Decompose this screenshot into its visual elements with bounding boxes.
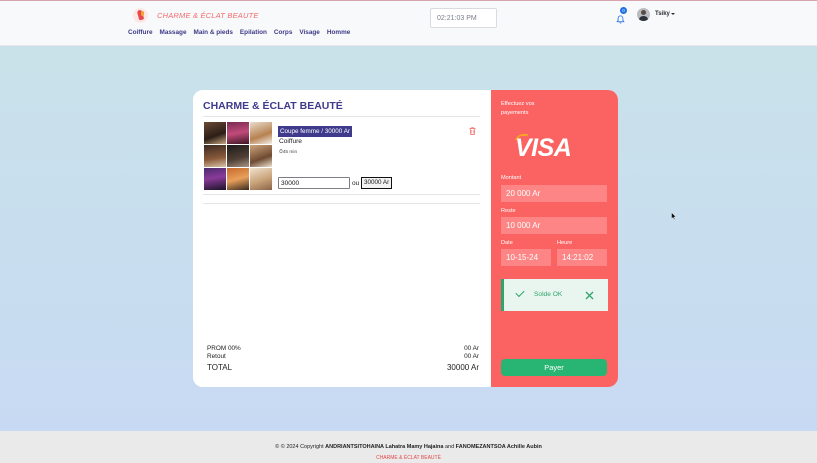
- notification-badge: 0: [620, 7, 627, 14]
- hair-photo: [204, 122, 226, 144]
- success-toast: Solde OK: [501, 279, 608, 311]
- toast-message: Solde OK: [534, 291, 563, 298]
- category-nav: Coiffure Massage Main & pieds Epilation …: [128, 29, 350, 36]
- nav-item-main-pieds[interactable]: Main & pieds: [194, 29, 233, 36]
- retour-value: 00 Ar: [464, 353, 479, 360]
- logo-icon[interactable]: [133, 8, 148, 23]
- total-value: 30000 Ar: [446, 363, 479, 372]
- hair-photo: [204, 145, 226, 167]
- payment-heading: Effectuez vos payements: [501, 101, 535, 116]
- date-label: Date: [501, 240, 513, 246]
- copyright-prefix: © © 2024 Copyright: [275, 444, 326, 450]
- service-duration: ⏱45 min: [279, 150, 298, 155]
- montant-label: Montant: [501, 175, 522, 181]
- service-category: Coiffure: [279, 138, 302, 145]
- close-icon[interactable]: [584, 288, 595, 300]
- nav-item-corps[interactable]: Corps: [274, 29, 292, 36]
- hair-photo: [250, 168, 272, 190]
- nav-item-homme[interactable]: Homme: [327, 29, 350, 36]
- promo-value: 00 Ar: [464, 345, 479, 352]
- promo-label: PROM 00%: [207, 345, 241, 352]
- cart-title: CHARME & ÉCLAT BEAUTÉ: [203, 100, 343, 112]
- top-navbar: CHARME & ÉCLAT BEAUTE 02:21:03 PM 0 Tsik…: [0, 0, 817, 46]
- cart-panel: CHARME & ÉCLAT BEAUTÉ Coupe femme / 3000…: [193, 90, 491, 387]
- avatar[interactable]: [637, 8, 650, 21]
- service-tag: Coupe femme / 30000 Ar: [278, 126, 353, 137]
- promo-row: PROM 00% 00 Ar: [207, 345, 479, 352]
- payment-panel: Effectuez vos payements VISA Montant 20 …: [491, 90, 618, 387]
- reste-label: Reste: [501, 208, 516, 214]
- or-label: ou: [352, 180, 360, 187]
- hair-photo: [250, 122, 272, 144]
- divider: [203, 194, 480, 195]
- retour-row: Retout 00 Ar: [207, 353, 479, 360]
- retour-label: Retout: [207, 353, 226, 360]
- brand-name[interactable]: CHARME & ÉCLAT BEAUTE: [157, 11, 259, 20]
- nav-item-coiffure[interactable]: Coiffure: [128, 29, 153, 36]
- montant-field[interactable]: 20 000 Ar: [501, 185, 607, 202]
- total-row: TOTAL 30000 Ar: [207, 363, 479, 372]
- nav-item-epilation[interactable]: Epilation: [240, 29, 267, 36]
- hair-photo: [250, 145, 272, 167]
- check-icon: [515, 287, 525, 298]
- clock-display: 02:21:03 PM: [430, 8, 497, 28]
- and-text: and: [443, 444, 456, 450]
- footer: © © 2024 Copyright ANDRIANTSITOHAINA Lah…: [0, 431, 817, 463]
- nav-item-massage[interactable]: Massage: [160, 29, 187, 36]
- heure-label: Heure: [557, 240, 573, 246]
- hair-photo: [204, 168, 226, 190]
- hair-photo: [227, 145, 249, 167]
- date-field[interactable]: 10-15-24: [501, 249, 551, 266]
- user-name[interactable]: Tsiky: [655, 11, 670, 17]
- copyright-text: © © 2024 Copyright ANDRIANTSITOHAINA Lah…: [0, 444, 817, 450]
- trash-icon[interactable]: [469, 122, 476, 135]
- heure-field[interactable]: 14:21:02: [557, 249, 607, 266]
- divider: [203, 203, 480, 204]
- price-input[interactable]: [278, 177, 350, 189]
- cursor-icon: [671, 207, 677, 220]
- checkout-card: CHARME & ÉCLAT BEAUTÉ Coupe femme / 3000…: [193, 90, 618, 387]
- nav-item-visage[interactable]: Visage: [299, 29, 320, 36]
- author-2: FANOMEZANTSOA Achille Aubin: [455, 444, 542, 450]
- visa-logo: VISA: [515, 134, 572, 162]
- total-label: TOTAL: [207, 363, 233, 372]
- divider: [203, 116, 480, 117]
- pay-button[interactable]: Payer: [501, 359, 607, 376]
- reste-field[interactable]: 10 000 Ar: [501, 217, 607, 234]
- price-option-button[interactable]: 30000 Ar: [361, 177, 393, 189]
- author-1: ANDRIANTSITOHAINA Lahatra Mamy Hajaina: [325, 444, 444, 450]
- service-photo-grid: [204, 122, 272, 190]
- chevron-down-icon[interactable]: [671, 13, 675, 15]
- footer-brand[interactable]: CHARME & ÉCLAT BEAUTÉ: [0, 455, 817, 461]
- hair-photo: [227, 122, 249, 144]
- hair-photo: [227, 168, 249, 190]
